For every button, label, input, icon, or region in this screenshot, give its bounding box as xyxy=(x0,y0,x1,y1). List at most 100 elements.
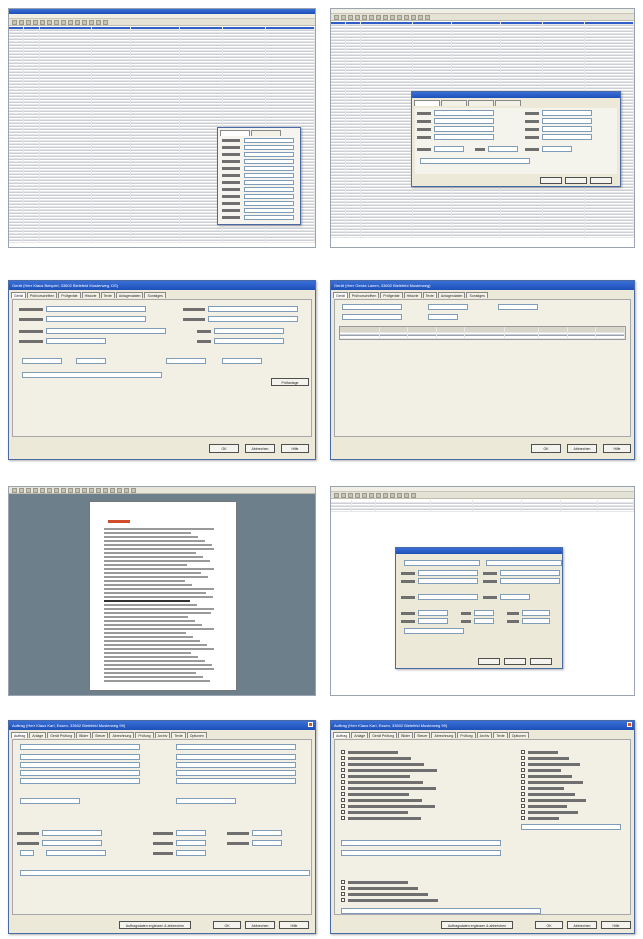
input-field[interactable] xyxy=(20,850,34,856)
toolbar-button[interactable] xyxy=(369,15,374,20)
dialog-tab[interactable]: Gerät xyxy=(11,292,26,298)
toolbar-button[interactable] xyxy=(96,20,101,25)
help-button[interactable]: Hilfe xyxy=(603,444,631,453)
data-grid[interactable] xyxy=(331,500,634,514)
toolbar-button[interactable] xyxy=(68,488,73,493)
input-field[interactable] xyxy=(244,159,294,164)
input-field[interactable] xyxy=(542,110,592,116)
toolbar-button[interactable] xyxy=(19,20,24,25)
dialog-tab[interactable]: Sonstiges xyxy=(144,292,166,298)
help-button[interactable]: Hilfe xyxy=(601,921,631,929)
toolbar-button[interactable] xyxy=(369,493,374,498)
input-field[interactable] xyxy=(500,594,530,600)
input-field[interactable] xyxy=(522,618,550,624)
dialog-tab[interactable]: Texte xyxy=(422,292,437,298)
dialog-tab[interactable]: Abrechnung xyxy=(109,732,135,738)
input-field[interactable] xyxy=(486,560,562,566)
option-checkbox[interactable] xyxy=(341,804,345,808)
toolbar-button[interactable] xyxy=(12,488,17,493)
toolbar-button[interactable] xyxy=(26,20,31,25)
input-field[interactable] xyxy=(434,126,494,132)
option-checkbox[interactable] xyxy=(341,768,345,772)
input-field[interactable] xyxy=(46,850,106,856)
input-field[interactable] xyxy=(244,201,294,206)
toolbar-button[interactable] xyxy=(68,20,73,25)
input-field[interactable] xyxy=(214,328,284,334)
toolbar-button[interactable] xyxy=(334,493,339,498)
dialog-tab[interactable]: Archiv xyxy=(476,732,493,738)
toolbar-button[interactable] xyxy=(411,15,416,20)
cancel-button[interactable]: Abbrechen xyxy=(567,921,597,929)
option-checkbox[interactable] xyxy=(521,810,525,814)
input-field[interactable] xyxy=(428,304,468,310)
input-field[interactable] xyxy=(46,328,166,334)
toolbar-button[interactable] xyxy=(411,493,416,498)
input-field[interactable] xyxy=(176,770,296,776)
toolbar-button[interactable] xyxy=(397,493,402,498)
toolbar-button[interactable] xyxy=(12,20,17,25)
input-field[interactable] xyxy=(521,824,621,830)
option-checkbox[interactable] xyxy=(341,886,345,890)
input-field[interactable] xyxy=(46,338,106,344)
toolbar-button[interactable] xyxy=(131,488,136,493)
toolbar-button[interactable] xyxy=(334,15,339,20)
table-row[interactable] xyxy=(9,240,315,243)
option-checkbox[interactable] xyxy=(521,786,525,790)
input-field[interactable] xyxy=(176,762,296,768)
toolbar-button[interactable] xyxy=(33,20,38,25)
toolbar-button[interactable] xyxy=(61,20,66,25)
input-field[interactable] xyxy=(76,358,106,364)
option-checkbox[interactable] xyxy=(341,880,345,884)
help-button[interactable] xyxy=(530,658,552,665)
input-field[interactable] xyxy=(176,830,206,836)
toolbar-button[interactable] xyxy=(89,488,94,493)
ok-button[interactable]: OK xyxy=(213,921,241,929)
input-field[interactable] xyxy=(404,628,464,634)
input-field[interactable] xyxy=(176,850,206,856)
input-field[interactable] xyxy=(42,830,102,836)
dialog-tab[interactable]: Anlage xyxy=(351,732,369,738)
input-field[interactable] xyxy=(244,145,294,150)
option-checkbox[interactable] xyxy=(341,756,345,760)
dialog-tab[interactable]: Texte xyxy=(493,732,508,738)
toolbar-button[interactable] xyxy=(110,488,115,493)
ok-button[interactable] xyxy=(540,177,562,184)
close-icon[interactable] xyxy=(308,722,313,727)
cancel-button[interactable] xyxy=(504,658,526,665)
input-field[interactable] xyxy=(244,208,294,213)
input-field[interactable] xyxy=(20,762,140,768)
input-field[interactable] xyxy=(166,358,206,364)
dialog-tab[interactable]: Optionen xyxy=(508,732,529,738)
toolbar-button[interactable] xyxy=(40,488,45,493)
toolbar-button[interactable] xyxy=(33,488,38,493)
input-field[interactable] xyxy=(420,158,530,164)
input-field[interactable] xyxy=(244,194,294,199)
dialog-tab[interactable]: Historie xyxy=(81,292,100,298)
toolbar-button[interactable] xyxy=(376,15,381,20)
help-button[interactable]: Hilfe xyxy=(279,921,309,929)
input-field[interactable] xyxy=(500,570,560,576)
dialog-tab[interactable]: Gerät Prüfung xyxy=(369,732,398,738)
option-checkbox[interactable] xyxy=(521,798,525,802)
input-field[interactable] xyxy=(222,358,262,364)
pruefanlage-button[interactable]: Prüfanlage xyxy=(271,378,309,386)
ok-button[interactable]: OK xyxy=(535,921,563,929)
dialog-tab[interactable] xyxy=(414,100,440,106)
input-field[interactable] xyxy=(498,304,538,310)
option-checkbox[interactable] xyxy=(341,898,345,902)
option-checkbox[interactable] xyxy=(521,756,525,760)
input-field[interactable] xyxy=(542,134,592,140)
dialog-tab[interactable]: Anlagendaten xyxy=(115,292,144,298)
input-field[interactable] xyxy=(252,840,282,846)
dialog-tab[interactable]: Texte xyxy=(171,732,186,738)
dialog-tab[interactable] xyxy=(495,100,521,106)
input-field[interactable] xyxy=(176,754,296,760)
input-field[interactable] xyxy=(341,908,541,914)
toolbar-button[interactable] xyxy=(75,488,80,493)
option-checkbox[interactable] xyxy=(341,792,345,796)
input-field[interactable] xyxy=(208,306,298,312)
cancel-button[interactable]: Abbrechen xyxy=(245,444,275,453)
input-field[interactable] xyxy=(176,744,296,750)
option-checkbox[interactable] xyxy=(341,798,345,802)
input-field[interactable] xyxy=(418,594,478,600)
